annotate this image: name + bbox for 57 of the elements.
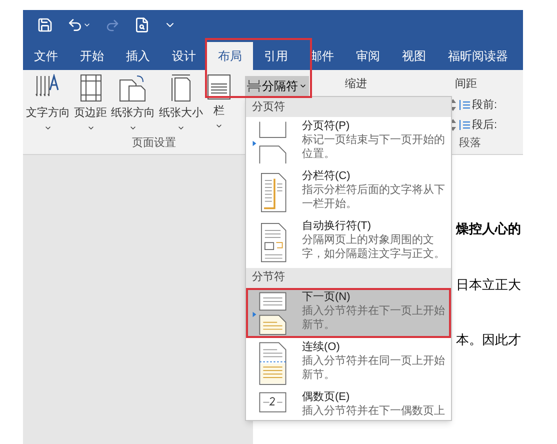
menu-item[interactable]: 偶数页(E) 插入分节符并在下一偶数页上: [246, 388, 451, 420]
preview-icon[interactable]: [134, 17, 150, 33]
indent-label: 缩进: [345, 76, 367, 92]
spacing-icon: [458, 98, 470, 111]
menu-item[interactable]: 分页符(P) 标记一页结束与下一页开始的位置。: [246, 117, 451, 168]
menu-item-description: 分隔网页上的对象周围的文字，如分隔题注文字与正文。: [302, 233, 446, 262]
ribbon-tab[interactable]: 审阅: [345, 42, 391, 70]
menu-item-description: 插入分节符并在下一页上开始新节。: [302, 304, 446, 332]
menu-item-description: 插入分节符并在同一页上开始新节。: [302, 354, 446, 382]
menu-item-title: 自动换行符(T): [302, 219, 372, 234]
ribbon-button[interactable]: 纸张大小: [158, 74, 204, 132]
spacing-icon: [458, 119, 470, 132]
group-label: 段落: [459, 136, 481, 150]
ribbon-tab[interactable]: 布局: [207, 42, 253, 70]
menu-item[interactable]: 自动换行符(T) 分隔网页上的对象周围的文字，如分隔题注文字与正文。: [246, 217, 451, 268]
document-text: 燥控人心的: [456, 220, 521, 238]
menu-item-title: 分页符(P): [302, 119, 351, 133]
columns-icon: [207, 74, 231, 100]
save-icon[interactable]: [37, 17, 53, 33]
spacing-label: 间距: [455, 77, 477, 92]
menu-item[interactable]: 下一页(N) 插入分节符并在下一页上开始新节。: [246, 288, 451, 338]
spin-arrows-icon[interactable]: [450, 98, 456, 112]
menu-section-header: 分节符: [246, 268, 451, 288]
ribbon-button[interactable]: 文字方向: [25, 74, 71, 132]
margins-icon: [80, 74, 102, 102]
breaks-icon: [247, 79, 261, 93]
ribbon-button[interactable]: 页边距: [73, 74, 108, 132]
document-text: 本。因此才: [456, 331, 521, 349]
menu-item-description: 标记一页结束与下一页开始的位置。: [302, 133, 446, 161]
ribbon-tab[interactable]: 开始: [69, 42, 115, 70]
menu-item[interactable]: 分栏符(C) 指示分栏符后面的文字将从下一栏开始。: [246, 167, 451, 218]
menu-item-title: 偶数页(E): [302, 390, 351, 404]
menu-item-description: 指示分栏符后面的文字将从下一栏开始。: [302, 183, 446, 212]
ribbon-button[interactable]: 纸张方向: [110, 74, 156, 132]
ribbon-tab[interactable]: 文件: [23, 42, 69, 70]
spacing-field-label: 段前:: [472, 98, 498, 112]
caret-icon: [299, 82, 307, 90]
menu-item[interactable]: 连续(O) 插入分节符并在同一页上开始新节。: [246, 338, 451, 388]
menu-item-title: 分栏符(C): [302, 169, 352, 184]
menu-item-title: 连续(O): [302, 340, 341, 354]
document-text: 日本立正大: [456, 276, 521, 294]
group-label: 页面设置: [131, 136, 176, 150]
orientation-icon: [119, 74, 147, 102]
spacing-field-label: 段后:: [472, 118, 498, 133]
spin-arrows-icon[interactable]: [450, 118, 456, 132]
ribbon-tab[interactable]: 设计: [161, 42, 207, 70]
menu-section-header: 分页符: [246, 97, 451, 117]
ribbon-tab[interactable]: 引用: [253, 42, 299, 70]
ribbon-tab[interactable]: 视图: [391, 42, 437, 70]
paper-size-icon: [170, 74, 192, 102]
menu-item-title: 下一页(N): [302, 290, 352, 304]
ribbon-tab[interactable]: 插入: [115, 42, 161, 70]
ribbon-tab[interactable]: 福昕阅读器: [437, 42, 519, 70]
breaks-button[interactable]: 分隔符: [245, 76, 309, 96]
menu-item-description: 插入分节符并在下一偶数页上: [302, 404, 446, 418]
ribbon-button[interactable]: 栏: [206, 74, 232, 132]
undo-icon[interactable]: [67, 17, 91, 33]
